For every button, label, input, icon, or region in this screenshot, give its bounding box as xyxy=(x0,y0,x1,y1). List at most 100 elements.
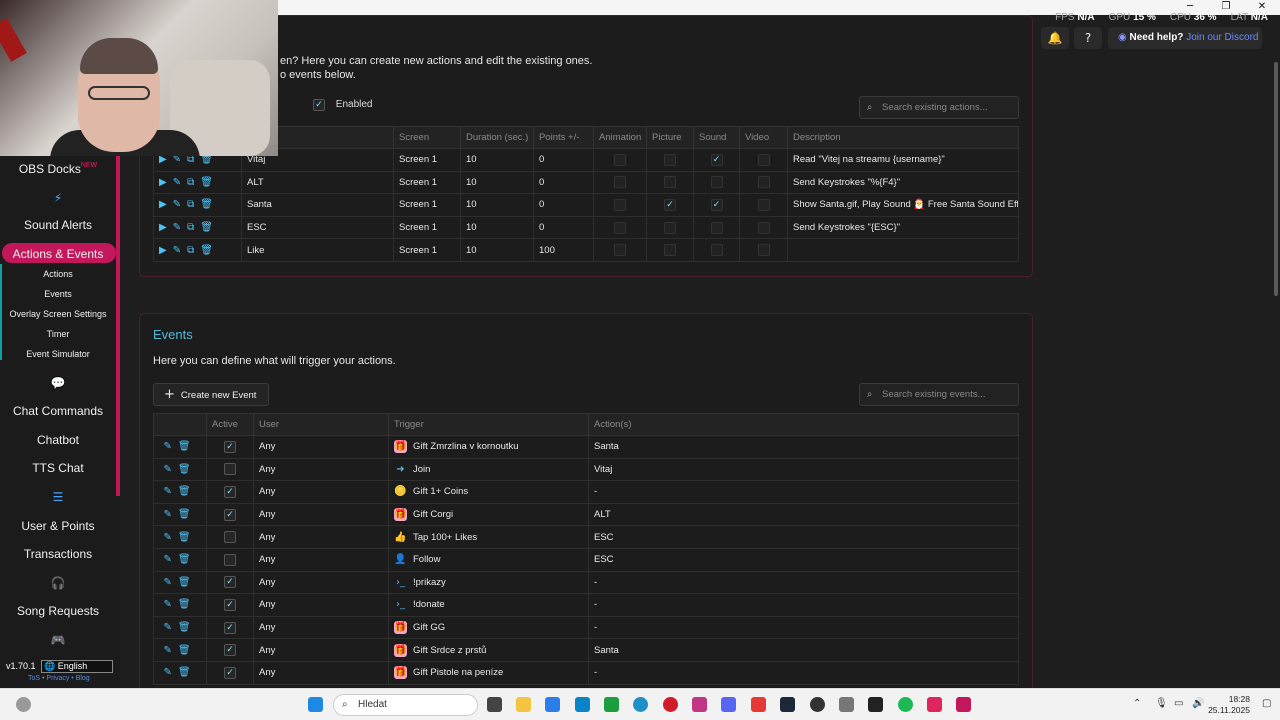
event-row[interactable]: ✎ 🗑 ✓ Any 🪙 Gift 1+ Coins - xyxy=(153,480,1019,504)
event-active-checkbox[interactable]: ✓ xyxy=(224,485,236,498)
enabled-filter[interactable]: ✓ Enabled xyxy=(313,99,372,111)
event-active-checkbox[interactable]: ✓ xyxy=(224,553,236,566)
system-clock[interactable]: 18:28 25.11.2025 xyxy=(1208,694,1250,716)
xbox-icon[interactable] xyxy=(604,697,619,712)
delete-icon[interactable]: 🗑 xyxy=(178,554,191,565)
nav-sub-events[interactable]: Events xyxy=(0,289,116,299)
delete-icon[interactable]: 🗑 xyxy=(200,222,213,233)
events-col-user[interactable]: User xyxy=(253,413,389,436)
edit-icon[interactable]: ✎ xyxy=(163,599,171,610)
action-row[interactable]: ▶ ✎ ⧉ 🗑 Santa Screen 1 10 0 ✓ ✓ ✓ ✓ Show Sa… xyxy=(153,193,1019,217)
delete-icon[interactable]: 🗑 xyxy=(178,509,191,520)
event-row[interactable]: ✎🗑 ✓ Any ➜Join Vitaj xyxy=(153,457,1019,482)
question-icon[interactable]: ? xyxy=(1074,27,1102,49)
delete-icon[interactable]: 🗑 xyxy=(178,667,191,678)
nav-transactions[interactable]: Transactions xyxy=(0,547,116,561)
app-g-icon[interactable] xyxy=(751,697,766,712)
event-row[interactable]: ✎ 🗑 ✓ Any 🎁 Gift Corgi ALT xyxy=(153,502,1019,527)
events-col-active[interactable]: Active xyxy=(206,413,254,436)
events-search-input[interactable]: ⌕ Search existing events... xyxy=(859,383,1019,406)
nav-obs-docks[interactable]: OBS DocksNEW xyxy=(0,162,116,176)
discord-icon[interactable] xyxy=(721,697,736,712)
opera-icon[interactable] xyxy=(663,697,678,712)
event-active-checkbox[interactable]: ✓ xyxy=(224,440,236,453)
edit-icon[interactable]: ✎ xyxy=(173,199,181,210)
nav-sub-event-simulator[interactable]: Event Simulator xyxy=(0,349,116,359)
settings-icon[interactable] xyxy=(839,697,854,712)
action-row[interactable]: ▶ ✎ ⧉ 🗑 ESC Screen 1 10 0 ✓ ✓ ✓ ✓ Send Keys… xyxy=(153,215,1019,240)
delete-icon[interactable]: 🗑 xyxy=(178,464,191,475)
edit-icon[interactable]: ✎ xyxy=(163,554,171,565)
edit-icon[interactable]: ✎ xyxy=(163,667,171,678)
nav-sub-timer[interactable]: Timer xyxy=(0,329,116,339)
create-event-button[interactable]: + Create new Event xyxy=(153,383,270,406)
play-icon[interactable]: ▶ xyxy=(159,177,167,188)
action-row[interactable]: ▶✎⧉🗑 Vitaj Screen 1 10 0 ✓ ✓ ✓ ✓ Read "V… xyxy=(153,148,1019,172)
delete-icon[interactable]: 🗑 xyxy=(178,622,191,633)
delete-icon[interactable]: 🗑 xyxy=(200,245,213,256)
copy-icon[interactable]: ⧉ xyxy=(187,177,194,188)
actions-col-animation[interactable]: Animation xyxy=(593,126,647,149)
edit-icon[interactable]: ✎ xyxy=(163,464,171,475)
epic-games-icon[interactable] xyxy=(868,697,883,712)
actions-col-points[interactable]: Points +/- xyxy=(533,126,594,149)
actions-col-screen[interactable]: Screen xyxy=(393,126,461,149)
actions-col-video[interactable]: Video xyxy=(739,126,788,149)
file-explorer-icon[interactable] xyxy=(516,697,531,712)
widgets-icon[interactable] xyxy=(16,697,31,712)
event-row[interactable]: ✎ 🗑 ✓ Any 🎁 Gift Srdce z prstů Santa xyxy=(153,638,1019,662)
copy-icon[interactable]: ⧉ xyxy=(187,245,194,256)
tos-links[interactable]: ToS • Privacy • Blog xyxy=(28,675,90,682)
obs-icon[interactable] xyxy=(810,697,825,712)
event-row[interactable]: ✎ 🗑 ✓ Any 🎁 Gift Pistole na peníze - xyxy=(153,660,1019,685)
event-row[interactable]: ✎🗑 ✓ Any 👤Follow ESC xyxy=(153,547,1019,572)
edit-icon[interactable]: ✎ xyxy=(163,532,171,543)
page-scrollbar[interactable] xyxy=(1274,62,1278,296)
edit-icon[interactable]: ✎ xyxy=(163,645,171,656)
edit-icon[interactable]: ✎ xyxy=(173,245,181,256)
language-select[interactable]: 🌐 English xyxy=(41,660,114,673)
volume-icon[interactable]: 🔊 xyxy=(1192,698,1204,709)
steam-icon[interactable] xyxy=(780,697,795,712)
event-active-checkbox[interactable]: ✓ xyxy=(224,666,236,679)
action-row[interactable]: ▶ ✎ ⧉ 🗑 Like Screen 1 10 100 ✓ ✓ ✓ ✓ xyxy=(153,238,1019,262)
network-icon[interactable]: ▭ xyxy=(1174,698,1183,709)
edit-icon[interactable]: ✎ xyxy=(163,486,171,497)
delete-icon[interactable]: 🗑 xyxy=(178,532,191,543)
events-col-actions[interactable]: Action(s) xyxy=(588,413,1019,436)
event-row[interactable]: ✎🗑 ✓ Any 👍Tap 100+ Likes ESC xyxy=(153,525,1019,549)
actions-col-sound[interactable]: Sound xyxy=(693,126,740,149)
edit-icon[interactable]: ✎ xyxy=(163,622,171,633)
actions-col-description[interactable]: Description xyxy=(787,126,1019,149)
delete-icon[interactable]: 🗑 xyxy=(178,486,191,497)
events-col-trigger[interactable]: Trigger xyxy=(388,413,589,436)
microphone-icon[interactable]: 🎙 xyxy=(1155,698,1168,709)
nav-sound-alerts[interactable]: Sound Alerts xyxy=(0,218,116,232)
delete-icon[interactable]: 🗑 xyxy=(178,645,191,656)
delete-icon[interactable]: 🗑 xyxy=(178,577,191,588)
play-icon[interactable]: ▶ xyxy=(159,245,167,256)
nav-actions-events[interactable]: Actions & Events xyxy=(0,247,116,261)
edit-icon[interactable]: ✎ xyxy=(163,441,171,452)
play-icon[interactable]: ▶ xyxy=(159,199,167,210)
event-active-checkbox[interactable]: ✓ xyxy=(224,531,236,544)
notification-icon[interactable]: ▢ xyxy=(1262,698,1271,709)
nav-sub-overlay-screen-settings[interactable]: Overlay Screen Settings xyxy=(0,309,116,319)
copy-icon[interactable]: ⧉ xyxy=(187,222,194,233)
edit-icon[interactable]: ✎ xyxy=(173,222,181,233)
event-active-checkbox[interactable]: ✓ xyxy=(224,621,236,634)
taskbar-search[interactable]: ⌕ Hledat xyxy=(333,694,478,716)
start-icon[interactable] xyxy=(308,697,323,712)
event-row[interactable]: ✎ 🗑 ✓ Any 🎁 Gift Zmrzlina v kornoutku Sant… xyxy=(153,435,1019,459)
event-row[interactable]: ✎ 🗑 ✓ Any ›_ !donate - xyxy=(153,593,1019,617)
enabled-checkbox[interactable]: ✓ xyxy=(313,99,325,111)
edit-icon[interactable]: ✎ xyxy=(163,577,171,588)
bell-icon[interactable]: 🔔 xyxy=(1041,27,1069,49)
event-active-checkbox[interactable]: ✓ xyxy=(224,598,236,611)
tiktok-icon[interactable] xyxy=(927,697,942,712)
copy-icon[interactable]: ⧉ xyxy=(187,199,194,210)
tikfinity-icon[interactable] xyxy=(956,697,971,712)
event-active-checkbox[interactable]: ✓ xyxy=(224,508,236,521)
nav-user-points[interactable]: User & Points xyxy=(0,519,116,533)
spotify-icon[interactable] xyxy=(898,697,913,712)
